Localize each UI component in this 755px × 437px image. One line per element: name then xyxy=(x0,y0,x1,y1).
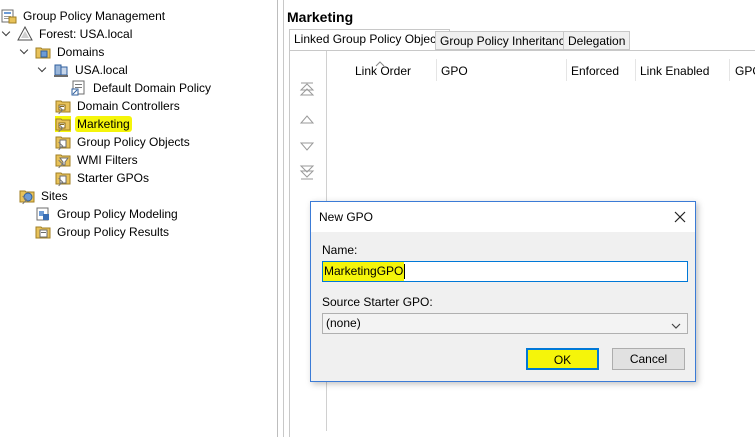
expand-chevron-icon[interactable] xyxy=(37,64,49,76)
tree-node-group-policy-objects[interactable]: Group Policy Objects xyxy=(55,133,192,151)
move-to-top-icon[interactable] xyxy=(299,82,315,98)
gpo-list-header: Link Order GPO Enforced Link Enabled GPO xyxy=(327,57,755,81)
domains-folder-icon xyxy=(35,44,51,60)
tree-label: Sites xyxy=(41,189,68,203)
tab-linked-gpos[interactable]: Linked Group Policy Objects xyxy=(289,29,451,51)
tree-node-forest[interactable]: Forest: USA.local xyxy=(1,25,134,43)
tree-label: Domain Controllers xyxy=(77,99,180,113)
gpo-name-value: MarketingGPO xyxy=(323,262,405,281)
gpm-console-icon xyxy=(1,8,17,24)
ok-button[interactable]: OK xyxy=(526,348,599,370)
source-starter-label: Source Starter GPO: xyxy=(322,295,433,309)
expand-chevron-icon[interactable] xyxy=(19,46,31,58)
move-down-icon[interactable] xyxy=(299,138,315,154)
tree-node-marketing[interactable]: Marketing xyxy=(55,115,132,133)
expand-chevron-icon[interactable] xyxy=(1,28,13,40)
modeling-icon xyxy=(35,206,51,222)
tree-label: USA.local xyxy=(75,63,128,77)
column-separator xyxy=(566,59,567,81)
source-starter-select[interactable]: (none) xyxy=(322,313,688,334)
name-label: Name: xyxy=(322,243,358,257)
text-caret xyxy=(404,264,405,279)
close-icon[interactable] xyxy=(671,208,689,226)
new-gpo-dialog: New GPO Name: MarketingGPO Source Starte… xyxy=(310,201,696,382)
tree-node-gp-results[interactable]: Group Policy Results xyxy=(19,223,171,241)
column-gpo-status[interactable]: GPO xyxy=(735,64,755,78)
source-starter-value: (none) xyxy=(326,316,361,330)
tree-label: Group Policy Modeling xyxy=(57,207,178,221)
tree-label: Starter GPOs xyxy=(77,171,150,185)
cancel-button[interactable]: Cancel xyxy=(612,348,685,370)
column-link-enabled[interactable]: Link Enabled xyxy=(640,64,709,78)
tree-label: Domains xyxy=(57,45,105,59)
forest-icon xyxy=(17,25,33,42)
tree-node-domains[interactable]: Domains xyxy=(19,43,106,61)
chevron-down-icon xyxy=(671,318,681,329)
move-up-icon[interactable] xyxy=(299,112,315,128)
tree-label: Forest: USA.local xyxy=(39,27,133,41)
tab-gp-inheritance[interactable]: Group Policy Inheritance xyxy=(435,31,577,50)
tree-label: Group Policy Objects xyxy=(77,135,190,149)
tree-label: Default Domain Policy xyxy=(93,81,212,95)
column-gpo[interactable]: GPO xyxy=(441,64,468,78)
column-enforced[interactable]: Enforced xyxy=(571,64,619,78)
dialog-title: New GPO xyxy=(319,210,374,224)
tree-node-domain-usa-local[interactable]: USA.local xyxy=(37,61,130,79)
tree-label: WMI Filters xyxy=(77,153,138,167)
tree-label: Group Policy Management xyxy=(23,9,166,23)
tab-delegation[interactable]: Delegation xyxy=(563,31,631,50)
tree-node-domain-controllers[interactable]: Domain Controllers xyxy=(55,97,182,115)
tree-node-wmi-filters[interactable]: WMI Filters xyxy=(55,151,140,169)
sort-ascending-icon xyxy=(375,56,385,67)
tree-node-gpm-root[interactable]: Group Policy Management xyxy=(1,7,167,25)
domain-icon xyxy=(53,62,69,78)
column-separator xyxy=(729,59,730,81)
tree-node-sites[interactable]: Sites xyxy=(19,187,70,205)
tree-node-gp-modeling[interactable]: Group Policy Modeling xyxy=(19,205,180,223)
pane-title: Marketing xyxy=(287,9,354,25)
tree-node-default-domain-policy[interactable]: Default Domain Policy xyxy=(55,79,213,97)
tree-node-starter-gpos[interactable]: Starter GPOs xyxy=(55,169,151,187)
tree-label: Marketing xyxy=(75,116,132,132)
column-separator xyxy=(436,59,437,81)
gpo-link-icon xyxy=(71,80,87,96)
dialog-titlebar[interactable]: New GPO xyxy=(311,202,695,232)
column-separator xyxy=(635,59,636,81)
move-to-bottom-icon[interactable] xyxy=(299,164,315,180)
column-link-order[interactable]: Link Order xyxy=(355,64,411,78)
console-tree: Group Policy Management Forest: USA.loca… xyxy=(0,0,278,437)
results-folder-icon xyxy=(35,224,51,240)
tree-label: Group Policy Results xyxy=(57,225,170,239)
